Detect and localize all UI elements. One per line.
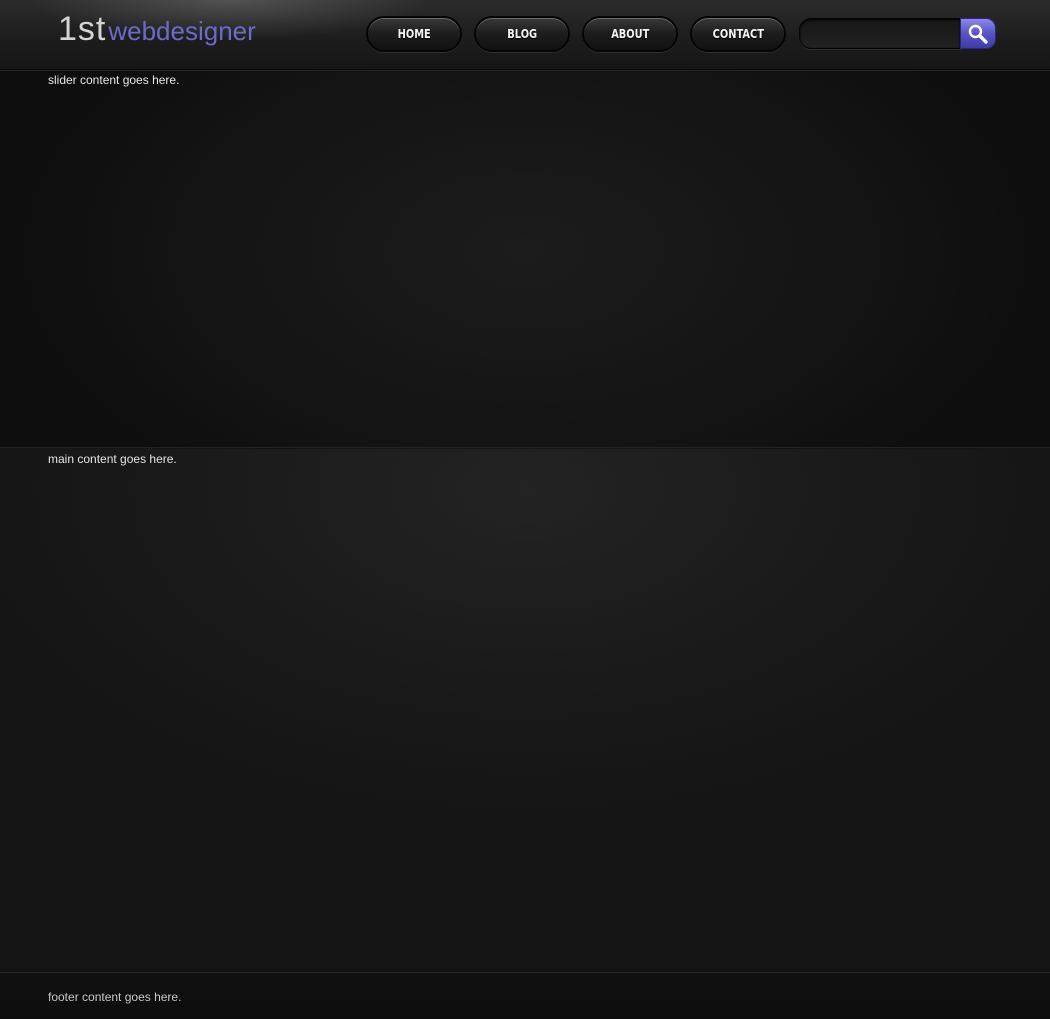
- search-icon: [968, 24, 988, 44]
- nav-contact-button[interactable]: CONTACT: [690, 16, 786, 52]
- search-button[interactable]: [960, 18, 996, 49]
- logo-wordmark: webdesigner: [108, 16, 256, 46]
- footer-text: footer content goes here.: [48, 990, 182, 1004]
- site-logo[interactable]: 1stwebdesigner: [58, 10, 256, 54]
- nav-blog-button[interactable]: BLOG: [474, 16, 570, 52]
- search-input[interactable]: [799, 18, 961, 49]
- slider-section: slider content goes here.: [0, 71, 1050, 448]
- main-section: main content goes here.: [0, 449, 1050, 973]
- nav-home-label: HOME: [397, 27, 431, 41]
- slider-text: slider content goes here.: [48, 73, 180, 87]
- nav-home-button[interactable]: HOME: [366, 16, 462, 52]
- logo-prefix: 1st: [58, 10, 107, 48]
- main-navigation: HOME BLOG ABOUT CONTACT: [366, 16, 798, 52]
- site-footer: footer content goes here.: [0, 974, 1050, 1019]
- main-text: main content goes here.: [48, 452, 177, 466]
- nav-about-label: ABOUT: [610, 27, 650, 41]
- nav-contact-label: CONTACT: [712, 27, 764, 41]
- site-header: 1stwebdesigner HOME BLOG ABOUT CONTACT: [0, 0, 1050, 70]
- nav-about-button[interactable]: ABOUT: [582, 16, 678, 52]
- nav-blog-label: BLOG: [507, 27, 537, 41]
